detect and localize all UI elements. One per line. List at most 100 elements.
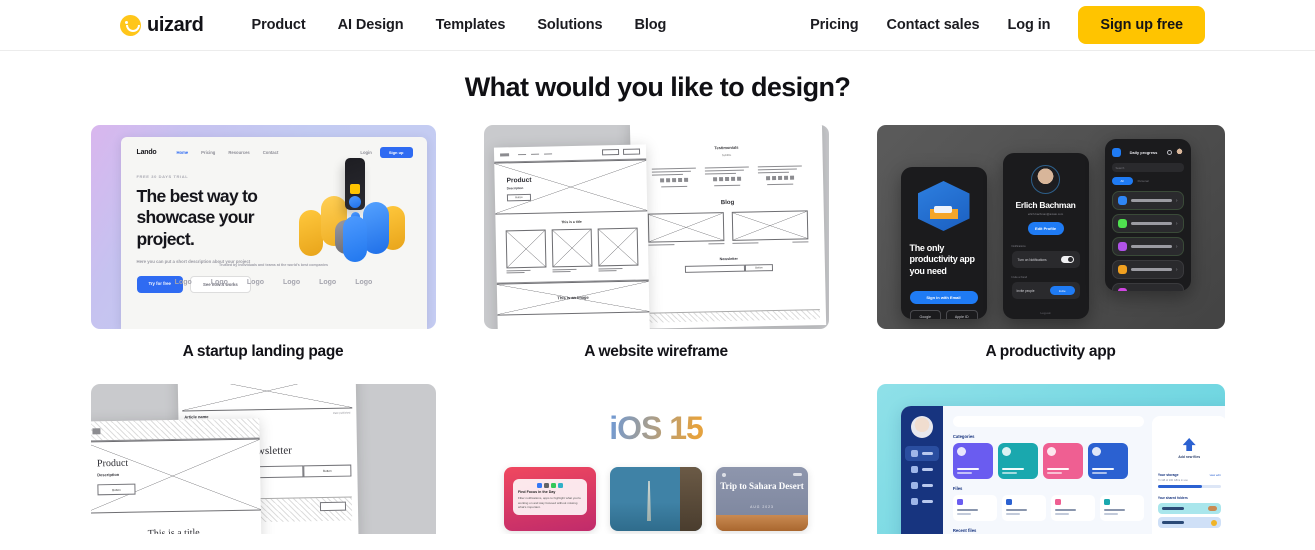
nav-item-ai-design[interactable]: AI Design (338, 17, 404, 33)
profile-invite-row: Invite people (1016, 288, 1035, 293)
ios-thumbnail: iOS 15 Find Focus in the Day Filter noti… (483, 384, 829, 534)
storage-progress-bar (1157, 485, 1221, 488)
wf-testimonials-sub: Subtitle (721, 152, 731, 158)
shared-folder-row[interactable] (1157, 503, 1221, 514)
brand-wordmark: uizard (147, 13, 204, 36)
site-header: uizard Product AI Design Templates Solut… (0, 0, 1315, 51)
preview-nav-home: Home (176, 150, 189, 155)
category-card[interactable] (1042, 443, 1083, 479)
sign-up-free-button[interactable]: Sign up free (1078, 6, 1205, 44)
tasks-search-input[interactable]: Search (1116, 166, 1125, 170)
shared-folder-row[interactable] (1157, 517, 1221, 528)
template-grid-row-1: Lando Home Pricing Resources Contact Log… (0, 125, 1315, 361)
page-title: What would you like to design? (464, 72, 851, 102)
cloud-dashboard-thumbnail: Categories Files Recent files Add new fi… (876, 384, 1225, 534)
tasks-filter-all[interactable]: All (1111, 177, 1133, 185)
nav-item-product[interactable]: Product (252, 17, 306, 33)
dashboard-search-input[interactable] (952, 416, 1144, 427)
preview-logo-item: Logo (319, 279, 337, 287)
notifications-toggle[interactable] (1060, 256, 1074, 263)
app-signin-google-button: Google (909, 309, 941, 319)
nav-item-templates[interactable]: Templates (436, 17, 506, 33)
preview-logo-item: Logo (210, 279, 228, 287)
nav-item-blog[interactable]: Blog (634, 17, 666, 33)
task-item[interactable]: › (1111, 260, 1184, 279)
sidebar-item-my-cloud[interactable] (904, 446, 939, 461)
ios-title: iOS 15 (484, 410, 829, 447)
nav-item-log-in[interactable]: Log in (1008, 17, 1051, 33)
productivity-app-thumbnail: The only productivity app you need Sign … (876, 125, 1225, 329)
wf-article-date: Date published (332, 411, 350, 415)
file-card[interactable] (1099, 495, 1144, 521)
app-signin-email-button: Sign in with Email (909, 290, 978, 304)
preview-nav-contact: Contact (262, 150, 279, 155)
add-new-files-label: Add new files (1178, 455, 1201, 459)
preview-logo-strip: Logo Logo Logo Logo Logo Logo (121, 279, 427, 286)
wf-product-heading: Product (506, 176, 532, 185)
task-item[interactable]: › (1111, 237, 1184, 256)
file-card[interactable] (1050, 495, 1095, 521)
category-card[interactable] (997, 443, 1038, 479)
task-item[interactable]: › (1111, 214, 1184, 233)
template-card-productivity-app[interactable]: The only productivity app you need Sign … (876, 125, 1225, 361)
preview-logo-item: Logo (174, 279, 192, 287)
profile-avatar (1031, 165, 1060, 194)
template-card-startup-landing-page[interactable]: Lando Home Pricing Resources Contact Log… (90, 125, 436, 361)
preview-logo-item: Logo (355, 279, 373, 287)
profile-name: Erlich Bachman (1015, 200, 1076, 210)
app-screen-signin: The only productivity app you need Sign … (900, 167, 987, 319)
sidebar-item-shared-files[interactable] (905, 462, 939, 477)
wf-button: Button (111, 487, 121, 492)
task-item[interactable]: › (1111, 191, 1184, 210)
dashboard-sidebar (900, 406, 943, 534)
template-card-website-wireframe[interactable]: Testimonials Subtitle Blog Newsletter Bu… (483, 125, 829, 361)
ios-card-focus: Find Focus in the Day Filter notificatio… (504, 467, 596, 531)
profile-invite-button: Invite (1049, 286, 1075, 295)
preview-trust-text: Trusted by individuals and teams at the … (219, 263, 328, 268)
task-item[interactable]: › (1111, 283, 1184, 291)
file-card[interactable] (1001, 495, 1046, 521)
wf-sub: Description (96, 471, 119, 478)
app-signin-title: The only productivity app you need (909, 243, 976, 276)
app-signin-apple-button: Apple ID (946, 309, 978, 319)
template-card-label: A website wireframe (584, 343, 728, 360)
preview-eyebrow: FREE 30 DAYS TRIAL (136, 174, 189, 179)
wf-product-sub: Description (506, 186, 523, 191)
app-screen-profile: Erlich Bachman erlich.bachman@aviato.com… (1002, 153, 1089, 319)
brand-logo[interactable]: uizard (120, 14, 204, 37)
wf-blog-title: Blog (720, 200, 734, 207)
wf-newsletter-title: Newsletter (719, 256, 738, 262)
preview-nav-resources: Resources (228, 150, 250, 155)
file-card[interactable] (952, 495, 997, 521)
nav-item-solutions[interactable]: Solutions (537, 17, 602, 33)
nav-item-contact-sales[interactable]: Contact sales (887, 17, 980, 33)
template-card-wireframe-article[interactable]: Article name Author Date published Newsl… (90, 384, 436, 534)
search-icon[interactable] (1166, 150, 1172, 155)
category-card[interactable] (1087, 443, 1128, 479)
template-card-ios[interactable]: iOS 15 Find Focus in the Day Filter noti… (483, 384, 829, 534)
avatar[interactable] (1174, 148, 1184, 157)
wf-product-button: Button (514, 196, 523, 200)
ios-focus-body: Filter notifications, apps to highlight … (518, 496, 581, 509)
profile-edit-button: Edit Profile (1027, 222, 1064, 235)
wireframe-article-thumbnail: Article name Author Date published Newsl… (90, 384, 436, 534)
isometric-illustration (293, 156, 423, 281)
preview-headline: The best way to showcase your project. (136, 186, 258, 249)
startup-landing-page-thumbnail: Lando Home Pricing Resources Contact Log… (90, 125, 436, 329)
preview-logo-item: Logo (246, 279, 264, 287)
sidebar-item-favorites[interactable] (905, 478, 939, 493)
template-card-cloud-dashboard[interactable]: Categories Files Recent files Add new fi… (876, 384, 1225, 534)
ios-focus-title: Find Focus in the Day (518, 490, 556, 494)
recent-files-title: Recent files (952, 528, 977, 533)
storage-title: Your storage (1157, 473, 1179, 477)
preview-nav-pricing: Pricing (201, 150, 216, 155)
sidebar-item-upload-files[interactable] (905, 494, 939, 509)
ios-card-photo (610, 467, 702, 531)
app-screen-tasks: Daily progress Search All Personal › › ›… (1104, 139, 1191, 291)
ios-trip-sub: AUG 2023 (750, 505, 774, 509)
tasks-filter-personal[interactable]: Personal (1138, 179, 1149, 183)
preview-nav-login: Login (360, 150, 372, 155)
category-card[interactable] (952, 443, 993, 479)
nav-item-pricing[interactable]: Pricing (810, 17, 859, 33)
storage-link[interactable]: view edit (1210, 473, 1221, 477)
